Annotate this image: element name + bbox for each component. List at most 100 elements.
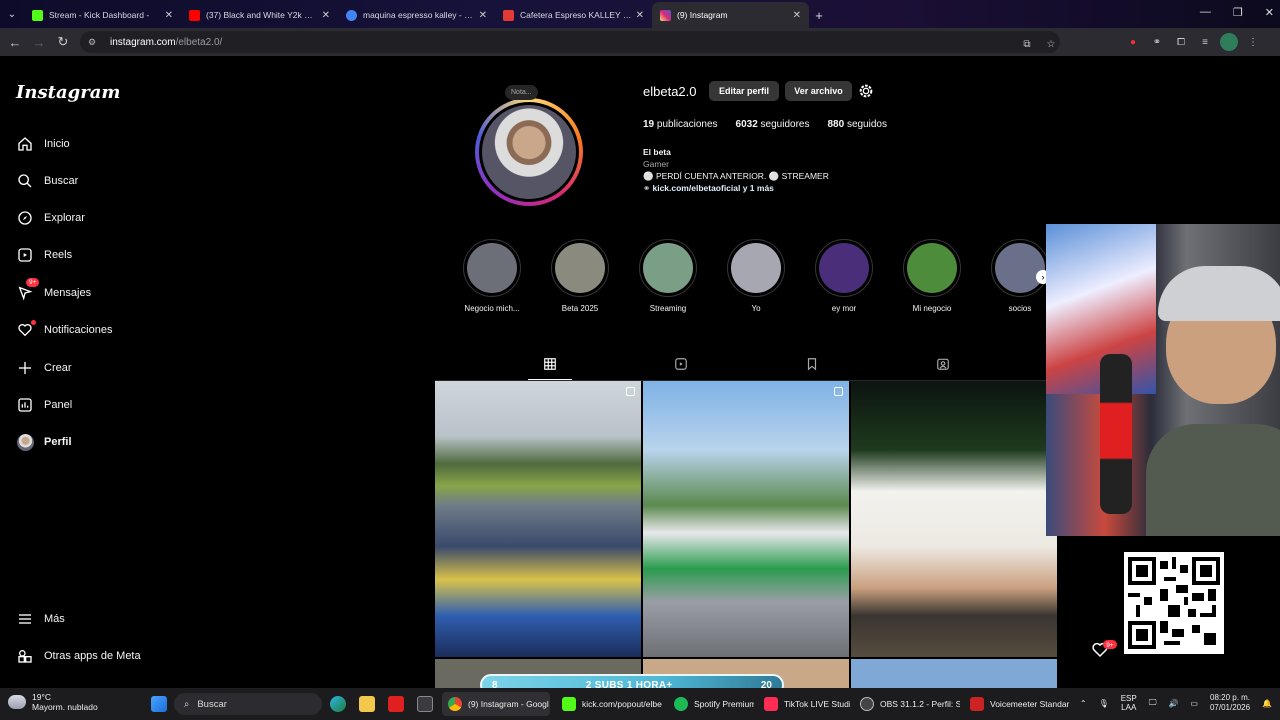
bio-link[interactable]: kick.com/elbetaoficial y 1 más [652, 183, 773, 193]
note-bubble[interactable]: Nota... [505, 85, 538, 100]
close-tab-icon[interactable]: ✕ [636, 10, 644, 21]
post-thumbnail[interactable] [851, 381, 1057, 657]
tab-search-icon[interactable]: ⌄ [0, 0, 24, 28]
tray-overflow-icon[interactable]: ⌃ [1080, 699, 1087, 708]
extensions-icon[interactable]: ⧠ [1172, 33, 1190, 51]
bio-link-row[interactable]: ⚭ kick.com/elbetaoficial y 1 más [643, 182, 829, 194]
site-info-icon[interactable]: ⚙ [88, 37, 100, 48]
close-tab-icon[interactable]: ✕ [793, 10, 801, 21]
heart-icon [16, 320, 36, 339]
address-bar[interactable]: ⚙ instagram.com/elbeta2.0/ ⧉ ☆ [80, 31, 1060, 53]
close-window-icon[interactable]: ✕ [1265, 6, 1274, 19]
lang-primary: ESP [1120, 694, 1137, 703]
forward-icon[interactable]: → [27, 30, 51, 54]
weather-widget[interactable]: 19°C Mayorm. nublado [8, 692, 98, 712]
sidebar-item-perfil[interactable]: Perfil [16, 430, 72, 454]
sidebar-item-explorar[interactable]: Explorar [16, 206, 85, 230]
reels-icon [16, 246, 34, 264]
taskbar-app-tiktok[interactable]: TikTok LIVE Studi [758, 692, 850, 716]
volume-icon[interactable]: 🔊 [1168, 699, 1178, 708]
taskbar-app-kick[interactable]: kick.com/popout/elbe [556, 692, 662, 716]
sidebar-item-inicio[interactable]: Inicio [16, 132, 70, 156]
bio-name: El beta [643, 147, 671, 157]
taskbar-app-obs[interactable]: OBS 31.1.2 - Perfil: Sin [854, 692, 960, 716]
browser-tab[interactable]: (37) Black and White Y2k Neon ✕ [181, 2, 338, 28]
browser-tab[interactable]: Stream - Kick Dashboard - ✕ [24, 2, 181, 28]
taskbar-app-label: kick.com/popout/elbe [582, 699, 662, 709]
network-icon[interactable]: 🖵 [1149, 698, 1157, 708]
browser-tab[interactable]: maquina espresso kalley - Busc ✕ [338, 2, 495, 28]
clock-date: 07/01/2026 [1209, 703, 1251, 712]
reload-icon[interactable]: ↻ [51, 30, 75, 54]
close-tab-icon[interactable]: ✕ [322, 10, 330, 21]
taskbar-app-chrome[interactable]: (9) Instagram - Googl [442, 692, 550, 716]
highlight-item[interactable]: Mi negocio [898, 239, 966, 313]
tab-saved-icon[interactable] [804, 356, 820, 372]
close-tab-icon[interactable]: ✕ [479, 10, 487, 21]
tab-title: (9) Instagram [677, 10, 728, 20]
file-explorer-icon[interactable] [359, 696, 375, 712]
sidebar-item-meta-apps[interactable]: Otras apps de Meta [16, 644, 141, 668]
microphone-icon[interactable]: 🎙 [1099, 699, 1109, 708]
clock[interactable]: 08:20 p. m. 07/01/2026 [1210, 693, 1250, 713]
bookmark-star-icon[interactable]: ☆ [1042, 35, 1060, 53]
browser-tab[interactable]: Cafetera Espreso KALLEY K-EX1 ✕ [495, 2, 652, 28]
maximize-icon[interactable]: ❐ [1233, 6, 1243, 19]
new-tab-button[interactable]: + [809, 2, 829, 28]
sidebar-item-label: Explorar [44, 212, 85, 224]
tab-tagged-icon[interactable] [935, 356, 951, 372]
browser-tab-active[interactable]: (9) Instagram ✕ [652, 2, 809, 28]
sidebar-item-notificaciones[interactable]: Notificaciones [16, 318, 112, 342]
tab-posts-grid-icon[interactable] [542, 356, 558, 372]
highlight-item[interactable]: Negocio mich... [458, 239, 526, 313]
close-tab-icon[interactable]: ✕ [165, 10, 173, 21]
edit-profile-button[interactable]: Editar perfil [709, 81, 779, 101]
highlight-photo [467, 243, 517, 293]
taskbar-app-spotify[interactable]: Spotify Premium [668, 692, 754, 716]
highlight-item[interactable]: Yo [722, 239, 790, 313]
taskbar-search[interactable]: ⌕ Buscar [174, 693, 322, 715]
tab-reels-icon[interactable] [673, 356, 689, 372]
sidebar-item-mas[interactable]: Más [16, 607, 65, 631]
media-controls-icon[interactable]: ≡ [1196, 33, 1214, 51]
more-menu-icon[interactable]: ⋮ [1244, 33, 1262, 51]
sidebar-item-label: Buscar [44, 175, 79, 187]
minimize-icon[interactable]: — [1200, 6, 1211, 19]
highlight-photo [643, 243, 693, 293]
followers-stat[interactable]: 6032 seguidores [736, 119, 810, 130]
following-stat[interactable]: 880 seguidos [827, 119, 887, 130]
sidebar-item-mensajes[interactable]: 9+ Mensajes [16, 278, 91, 305]
view-archive-button[interactable]: Ver archivo [785, 81, 852, 101]
battery-icon[interactable]: ▭ [1190, 699, 1198, 708]
windows-start-icon[interactable] [151, 696, 167, 712]
profile-avatar[interactable] [475, 98, 583, 206]
sidebar-item-reels[interactable]: Reels [16, 243, 72, 267]
highlight-cover [551, 239, 609, 297]
highlight-item[interactable]: Beta 2025 [546, 239, 614, 313]
sidebar-item-buscar[interactable]: Buscar [16, 169, 78, 193]
edge-icon[interactable] [330, 696, 346, 712]
post-thumbnail[interactable] [435, 381, 641, 657]
extension-link-icon[interactable]: ⚭ [1148, 33, 1166, 51]
notifications-bell-icon[interactable]: 🔔 [1262, 699, 1272, 708]
post-thumbnail[interactable] [851, 659, 1057, 689]
install-app-icon[interactable]: ⧉ [1018, 35, 1036, 53]
highlight-cover [727, 239, 785, 297]
taskbar-app-voicemeeter[interactable]: Voicemeeter Standar [964, 692, 1074, 716]
store-app-icon[interactable] [417, 696, 433, 712]
following-count: 880 [827, 119, 845, 130]
notification-heart-icon: 9+ [1092, 640, 1118, 658]
sidebar-item-panel[interactable]: Panel [16, 393, 72, 417]
obs-icon [860, 697, 874, 711]
back-icon[interactable]: ← [3, 30, 27, 54]
youtube-app-icon[interactable] [388, 696, 404, 712]
highlight-item[interactable]: Streaming [634, 239, 702, 313]
settings-gear-icon[interactable] [858, 83, 874, 99]
highlight-item[interactable]: ey mor [810, 239, 878, 313]
extension-red-icon[interactable]: ● [1124, 33, 1142, 51]
instagram-logo[interactable]: Instagram [16, 82, 120, 103]
post-thumbnail[interactable] [643, 381, 849, 657]
language-indicator[interactable]: ESP LAA [1121, 694, 1137, 712]
profile-avatar-icon[interactable] [1220, 33, 1238, 51]
sidebar-item-crear[interactable]: Crear [16, 356, 72, 380]
